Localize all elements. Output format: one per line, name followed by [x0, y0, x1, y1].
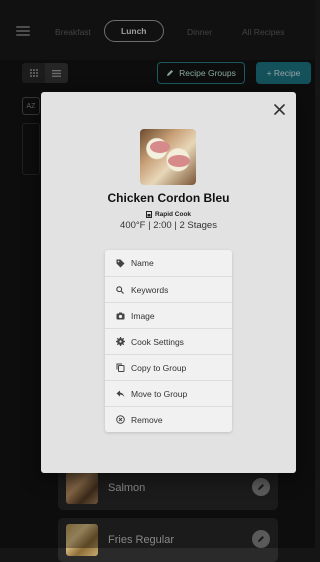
tag-icon [116, 259, 124, 267]
hamburger-menu-icon[interactable] [16, 26, 30, 36]
menu-item-label: Copy to Group [131, 362, 187, 373]
menu-item-label: Cook Settings [131, 336, 184, 347]
tab-dinner[interactable]: Dinner [187, 22, 212, 42]
edit-recipe-button[interactable] [252, 478, 270, 496]
pencil-icon [167, 70, 174, 76]
menu-item-image[interactable]: Image [105, 302, 232, 328]
pencil-icon [258, 536, 264, 542]
filter-panel [22, 123, 40, 175]
view-toggle [22, 63, 68, 83]
recipe-thumbnail [66, 524, 98, 556]
options-menu: Name Keywords Image Cook Settings Copy t… [105, 250, 232, 432]
menu-item-remove[interactable]: Remove [105, 406, 232, 432]
copy-icon [116, 363, 124, 372]
camera-icon [116, 312, 124, 319]
add-recipe-button[interactable]: + Recipe [256, 62, 311, 84]
gear-icon [115, 337, 125, 346]
menu-item-label: Name [131, 258, 154, 268]
tab-breakfast[interactable]: Breakfast [55, 22, 91, 42]
top-nav: Breakfast Lunch Dinner All Recipes [0, 0, 315, 60]
recipe-options-modal: Chicken Cordon Bleu Rapid Cook 400°F | 2… [41, 92, 296, 473]
recipe-name: Fries Regular [108, 534, 175, 546]
list-icon [52, 69, 61, 77]
search-icon [116, 285, 124, 294]
recipe-groups-label: Recipe Groups [179, 68, 236, 78]
menu-item-name[interactable]: Name [105, 250, 232, 276]
recipe-image [140, 129, 196, 185]
recipe-title: Chicken Cordon Bleu [107, 191, 230, 205]
menu-item-keywords[interactable]: Keywords [105, 276, 232, 302]
list-item[interactable]: Fries Regular [58, 518, 278, 562]
tab-all-recipes[interactable]: All Recipes [242, 22, 285, 42]
close-button[interactable] [270, 100, 288, 118]
grid-icon [29, 69, 38, 77]
recipe-groups-button[interactable]: Recipe Groups [157, 62, 245, 84]
menu-item-label: Move to Group [131, 388, 188, 399]
menu-item-move-to-group[interactable]: Move to Group [105, 380, 232, 406]
cook-mode-label: Rapid Cook [154, 211, 192, 218]
menu-item-label: Image [131, 310, 155, 321]
sort-az-button[interactable]: AZ [22, 97, 40, 115]
recipe-thumbnail [66, 472, 98, 504]
menu-item-label: Keywords [131, 284, 169, 295]
pencil-icon [258, 484, 264, 490]
edit-recipe-button[interactable] [252, 530, 270, 548]
tab-lunch[interactable]: Lunch [104, 20, 164, 42]
oven-icon [145, 211, 152, 218]
cook-settings-summary: 400°F | 2:00 | 2 Stages [120, 220, 217, 231]
cook-mode: Rapid Cook [41, 211, 296, 218]
close-icon [273, 103, 285, 115]
move-icon [116, 390, 124, 397]
remove-icon [115, 415, 125, 424]
list-view-button[interactable] [45, 63, 68, 83]
menu-item-cook-settings[interactable]: Cook Settings [105, 328, 232, 354]
menu-item-copy-to-group[interactable]: Copy to Group [105, 354, 232, 380]
menu-item-label: Remove [131, 414, 163, 425]
add-recipe-label: + Recipe [266, 68, 301, 78]
grid-view-button[interactable] [22, 63, 45, 83]
